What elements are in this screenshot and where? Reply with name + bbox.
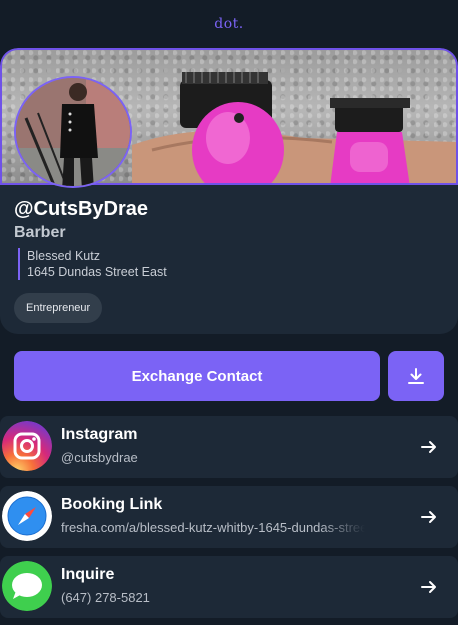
- link-subtitle: @cutsbydrae: [61, 450, 138, 465]
- profile-tag: Entrepreneur: [14, 293, 103, 323]
- link-item-inquire[interactable]: Inquire (647) 278-5821: [0, 556, 458, 618]
- link-title: Booking Link: [61, 496, 163, 513]
- download-icon: [408, 368, 424, 384]
- arrow-right-icon: [421, 441, 436, 453]
- instagram-icon: [2, 421, 52, 471]
- address-line-1: Blessed Kutz: [27, 249, 100, 263]
- top-bar: dot.: [0, 0, 458, 48]
- profile-card: @CutsByDrae Barber Blessed Kutz 1645 Dun…: [0, 48, 458, 334]
- link-title: Instagram: [61, 426, 138, 443]
- arrow-right-icon: [421, 511, 436, 523]
- messages-icon: [2, 561, 52, 611]
- profile-role: Barber: [14, 224, 66, 241]
- avatar: [14, 76, 132, 188]
- link-title: Inquire: [61, 566, 115, 583]
- address-line-2: 1645 Dundas Street East: [27, 265, 167, 279]
- safari-icon: [2, 491, 52, 541]
- link-subtitle: fresha.com/a/blessed-kutz-whitby-1645-du…: [61, 520, 365, 535]
- link-subtitle: (647) 278-5821: [61, 590, 150, 605]
- exchange-contact-button[interactable]: Exchange Contact: [14, 351, 380, 401]
- link-item-booking[interactable]: Booking Link fresha.com/a/blessed-kutz-w…: [0, 486, 458, 548]
- arrow-right-icon: [421, 581, 436, 593]
- download-contact-button[interactable]: [388, 351, 444, 401]
- brand-logo[interactable]: dot.: [214, 16, 243, 32]
- link-item-instagram[interactable]: Instagram @cutsbydrae: [0, 416, 458, 478]
- profile-handle: @CutsByDrae: [14, 198, 148, 220]
- profile-address: Blessed Kutz 1645 Dundas Street East: [18, 248, 167, 280]
